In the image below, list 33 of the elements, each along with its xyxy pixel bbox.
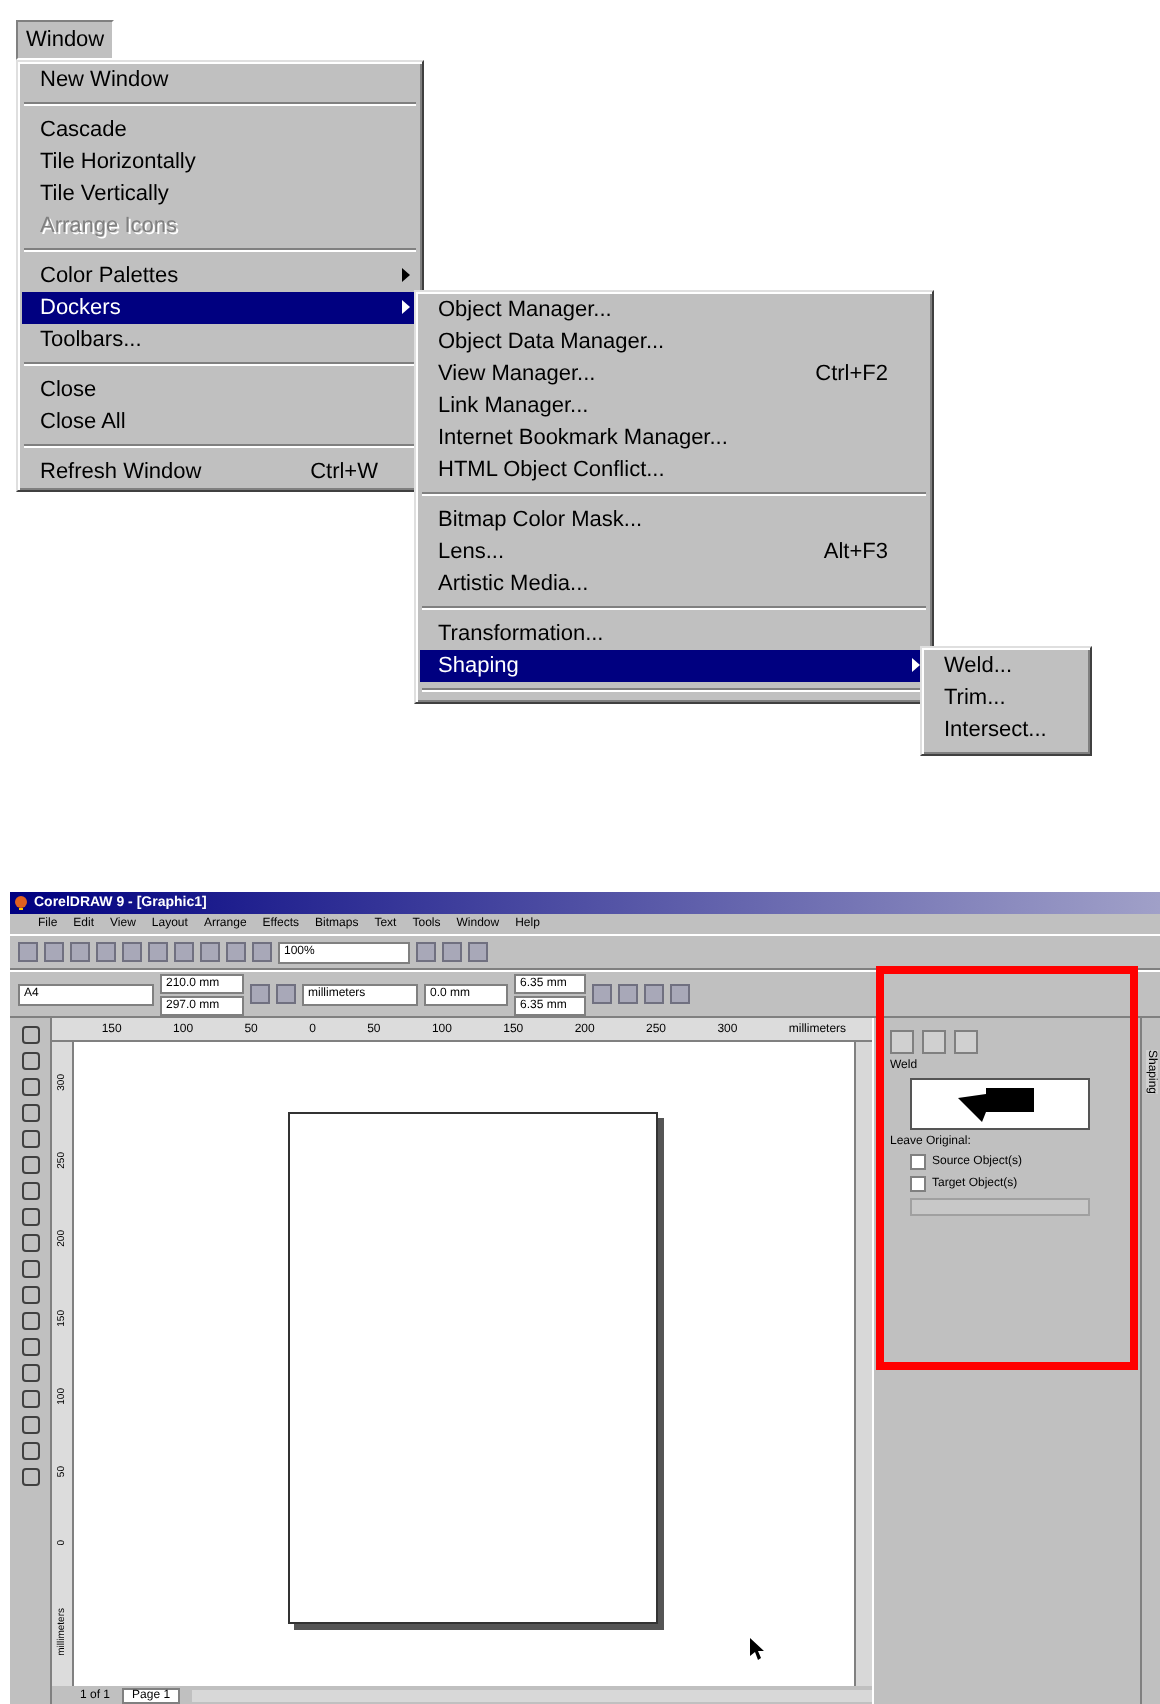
menu-item[interactable]: New Window	[22, 64, 418, 96]
menu-item[interactable]: Bitmap Color Mask...	[420, 504, 928, 536]
shaping-mode-icon[interactable]	[890, 1030, 914, 1054]
mouse-pointer-icon	[750, 1638, 766, 1660]
balloon-icon	[14, 896, 28, 910]
menu-item[interactable]: Link Manager...	[420, 390, 928, 422]
menu-item[interactable]: Object Data Manager...	[420, 326, 928, 358]
menu-item[interactable]: Weld...	[926, 650, 1086, 682]
menu-bar-item[interactable]: Window	[16, 20, 115, 60]
checkbox[interactable]	[910, 1154, 926, 1170]
vertical-scrollbar[interactable]	[854, 1042, 872, 1686]
menu-item[interactable]: Dockers	[22, 292, 418, 324]
menu-item[interactable]: Intersect...	[926, 714, 1086, 746]
shaping-mode-icon[interactable]	[954, 1030, 978, 1054]
menu-item[interactable]: Close All	[22, 406, 418, 438]
checkbox[interactable]	[910, 1176, 926, 1192]
menu-item[interactable]: Transformation...	[420, 618, 928, 650]
menu-item[interactable]: Artistic Media...	[420, 568, 928, 600]
menu-item[interactable]: Tile Vertically	[22, 178, 418, 210]
menu-item[interactable]: Lens... Alt+F3	[420, 536, 928, 568]
menu-item[interactable]: Toolbars...	[22, 324, 418, 356]
menu-item[interactable]: Internet Bookmark Manager...	[420, 422, 928, 454]
menu-item[interactable]: Object Manager...	[420, 294, 928, 326]
menu-item[interactable]: Refresh Window Ctrl+W	[22, 456, 418, 488]
shaping-mode-icon[interactable]	[922, 1030, 946, 1054]
menu-item[interactable]: Close	[22, 374, 418, 406]
menu-item[interactable]: Cascade	[22, 114, 418, 146]
menu-item[interactable]: Trim...	[926, 682, 1086, 714]
menu-item[interactable]: Tile Horizontally	[22, 146, 418, 178]
menu-item[interactable]: View Manager... Ctrl+F2	[420, 358, 928, 390]
horizontal-scrollbar[interactable]	[192, 1689, 872, 1701]
menu-item[interactable]: HTML Object Conflict...	[420, 454, 928, 486]
menu-item[interactable]: Color Palettes	[22, 260, 418, 292]
